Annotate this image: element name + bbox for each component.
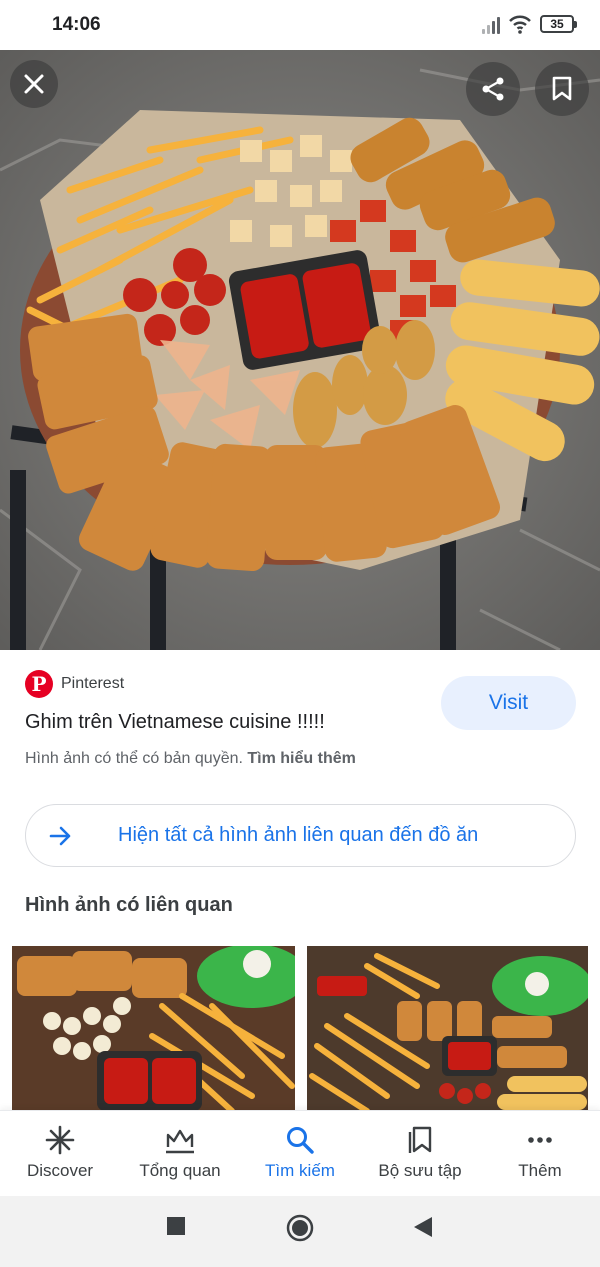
battery-indicator: 35	[540, 15, 577, 33]
nav-label: Bộ sưu tập	[378, 1161, 462, 1180]
related-image-thumbnail[interactable]	[12, 946, 295, 1111]
bookmark-button[interactable]	[535, 62, 589, 116]
nav-label: Tổng quan	[139, 1161, 221, 1180]
food-thumbnail-illustration	[307, 946, 588, 1111]
asterisk-icon	[45, 1125, 75, 1155]
source-name: Pinterest	[61, 675, 125, 692]
status-icons: 35	[482, 14, 577, 34]
result-image[interactable]	[0, 50, 600, 650]
result-title[interactable]: Ghim trên Vietnamese cuisine !!!!!	[25, 711, 325, 734]
search-icon	[287, 1127, 314, 1154]
bottom-navigation: Discover Tổng quan Tìm kiếm Bộ sưu tập T…	[0, 1110, 600, 1196]
nav-label: Tìm kiếm	[265, 1161, 335, 1180]
status-bar: 14:06 35	[0, 0, 600, 50]
crown-tray-icon	[166, 1129, 194, 1154]
arrow-right-icon	[26, 826, 96, 846]
signal-icon	[482, 14, 500, 34]
pinterest-logo-icon: P	[25, 670, 53, 698]
recents-square-icon[interactable]	[166, 1216, 186, 1236]
home-circle-icon[interactable]	[286, 1214, 314, 1242]
nav-item-search[interactable]: Tìm kiếm	[240, 1111, 360, 1196]
status-time: 14:06	[52, 14, 101, 35]
bookmark-icon	[552, 76, 572, 101]
learn-more-link[interactable]: Tìm hiểu thêm	[247, 750, 355, 767]
nav-item-collections[interactable]: Bộ sưu tập	[360, 1111, 480, 1196]
copyright-notice: Hình ảnh có thể có bản quyền. Tìm hiểu t…	[25, 750, 356, 768]
related-images-label: Hiện tất cả hình ảnh liên quan đến đồ ăn	[118, 824, 479, 846]
source-row[interactable]: P Pinterest	[25, 670, 124, 698]
related-section-title: Hình ảnh có liên quan	[25, 894, 233, 916]
nav-label: Discover	[26, 1161, 94, 1180]
related-images-button[interactable]: Hiện tất cả hình ảnh liên quan đến đồ ăn	[25, 804, 576, 867]
close-button[interactable]	[10, 60, 58, 108]
visit-button[interactable]: Visit	[441, 676, 576, 730]
system-navigation-bar	[0, 1196, 600, 1267]
nav-item-overview[interactable]: Tổng quan	[120, 1111, 240, 1196]
nav-item-more[interactable]: Thêm	[480, 1111, 600, 1196]
close-icon	[24, 74, 44, 94]
food-thumbnail-illustration	[12, 946, 295, 1111]
wifi-icon	[509, 15, 531, 34]
related-image-thumbnail[interactable]	[307, 946, 588, 1111]
copyright-text: Hình ảnh có thể có bản quyền.	[25, 750, 243, 767]
back-triangle-icon[interactable]	[413, 1216, 433, 1238]
food-platter-illustration	[0, 50, 600, 650]
more-dots-icon	[528, 1137, 552, 1143]
share-button[interactable]	[466, 62, 520, 116]
nav-item-discover[interactable]: Discover	[0, 1111, 120, 1196]
share-icon	[482, 77, 504, 101]
nav-label: Thêm	[518, 1161, 562, 1180]
collections-icon	[408, 1126, 432, 1153]
